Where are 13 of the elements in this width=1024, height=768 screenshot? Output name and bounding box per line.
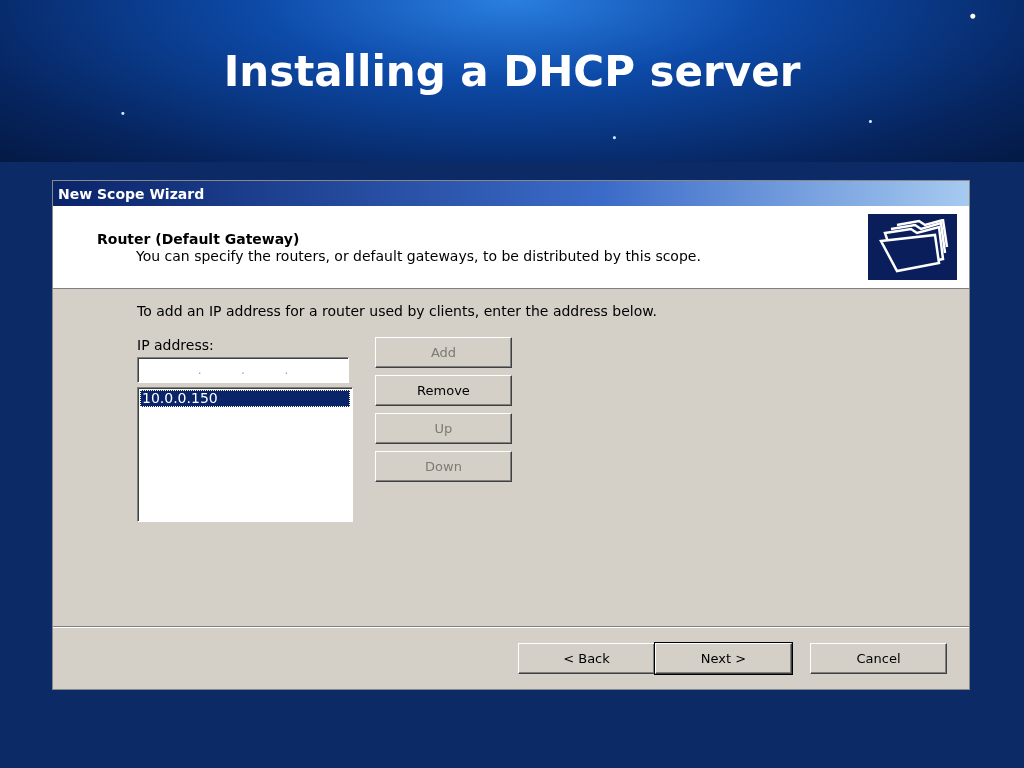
slide-title: Installing a DHCP server (223, 46, 801, 98)
instruction-text: To add an IP address for a router used by clients, enter the address below. (137, 303, 657, 319)
window-title: New Scope Wizard (58, 185, 205, 202)
wizard-button[interactable]: Next > (655, 642, 792, 674)
wizard-button[interactable]: Cancel (810, 642, 947, 674)
router-list[interactable]: 10.0.0.150 (137, 387, 353, 522)
wizard-button[interactable]: < Back (518, 642, 655, 674)
header-title: Router (Default Gateway) (97, 230, 301, 247)
folders-icon (868, 214, 957, 280)
router-list-item[interactable]: 10.0.0.150 (140, 390, 350, 407)
side-button[interactable]: Remove (375, 375, 512, 406)
header-subtitle: You can specify the routers, or default gateways, to be distributed by this scope. (135, 247, 701, 264)
ip-address-label: IP address: (137, 337, 215, 353)
